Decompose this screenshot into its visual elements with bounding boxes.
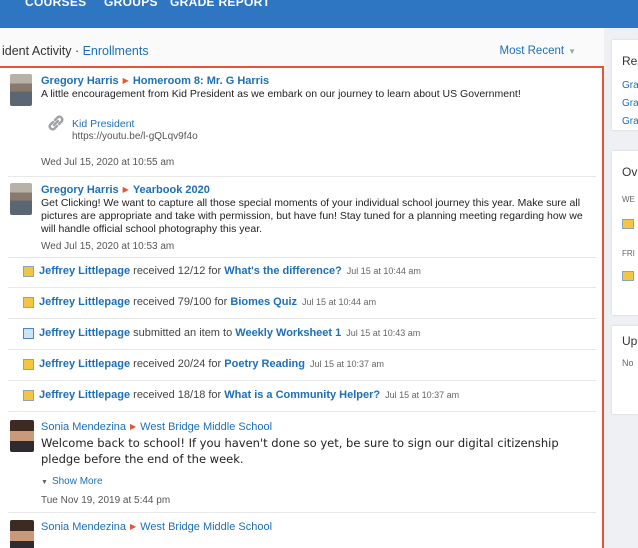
activity-verb: received 12/12 for <box>130 265 225 277</box>
activity-row: Jeffrey Littlepage received 18/18 for Wh… <box>23 389 602 405</box>
group-link[interactable]: Homeroom 8: Mr. G Harris <box>133 75 269 87</box>
assignment-link[interactable]: Weekly Worksheet 1 <box>235 327 341 339</box>
top-navigation: COURSES GROUPS GRADE REPORT <box>0 0 638 28</box>
grade-icon <box>23 359 34 370</box>
sort-label: Most Recent <box>499 45 565 57</box>
link-title[interactable]: Kid President <box>72 118 134 130</box>
author-link[interactable]: Sonia Mendezina <box>41 521 126 533</box>
divider <box>8 176 596 177</box>
activity-time: Jul 15 at 10:44 am <box>346 266 421 276</box>
student-link[interactable]: Jeffrey Littlepage <box>39 296 130 308</box>
activity-header: ident Activity · Enrollments Most Recent… <box>0 28 604 66</box>
group-link[interactable]: West Bridge Middle School <box>140 521 272 533</box>
post-header: Gregory Harris ▶ Yearbook 2020 <box>41 184 210 196</box>
arrow-right-icon: ▶ <box>130 422 137 431</box>
activity-row: Jeffrey Littlepage submitted an item to … <box>23 327 602 343</box>
grade-icon <box>23 266 34 277</box>
activity-row: Jeffrey Littlepage received 79/100 for B… <box>23 296 602 312</box>
student-link[interactable]: Jeffrey Littlepage <box>39 389 130 401</box>
activity-time: Jul 15 at 10:43 am <box>346 328 421 338</box>
group-link[interactable]: Yearbook 2020 <box>133 184 210 196</box>
sidebar-card-recent: Re Gra Gra Gra <box>612 40 638 130</box>
nav-courses[interactable]: COURSES <box>25 0 86 9</box>
avatar[interactable] <box>10 420 34 452</box>
caret-down-icon: ▼ <box>568 47 576 56</box>
day-label: WE <box>622 195 635 204</box>
sort-dropdown[interactable]: Most Recent ▼ <box>500 45 576 57</box>
assignment-icon[interactable] <box>622 219 634 229</box>
group-link[interactable]: West Bridge Middle School <box>140 421 272 433</box>
sidebar-link[interactable]: Gra <box>622 80 638 91</box>
avatar[interactable] <box>10 520 34 548</box>
page-title: ident Activity · Enrollments <box>2 44 149 58</box>
show-more-link[interactable]: ▼ Show More <box>41 476 103 487</box>
title-prefix: ident Activity · <box>2 44 83 58</box>
sidebar-link[interactable]: Gra <box>622 98 638 109</box>
post-timestamp: Wed Jul 15, 2020 at 10:53 am <box>41 241 175 252</box>
avatar[interactable] <box>10 74 32 106</box>
activity-verb: received 79/100 for <box>130 296 231 308</box>
activity-time: Jul 15 at 10:37 am <box>309 359 385 369</box>
author-link[interactable]: Gregory Harris <box>41 75 119 87</box>
student-link[interactable]: Jeffrey Littlepage <box>39 358 130 370</box>
grade-icon <box>23 297 34 308</box>
post-timestamp: Tue Nov 19, 2019 at 5:44 pm <box>41 495 171 506</box>
divider <box>8 257 596 258</box>
activity-verb: submitted an item to <box>130 327 236 339</box>
nav-groups[interactable]: GROUPS <box>104 0 158 9</box>
card-title: Ov <box>622 165 638 179</box>
sidebar-card-upcoming: Up No <box>612 326 638 414</box>
card-title: Up <box>622 334 638 348</box>
link-url[interactable]: https://youtu.be/l-gQLqv9f4o <box>72 131 198 142</box>
post-body: Welcome back to school! If you haven't d… <box>41 436 559 466</box>
student-link[interactable]: Jeffrey Littlepage <box>39 327 130 339</box>
assignment-link[interactable]: Biomes Quiz <box>230 296 297 308</box>
enrollments-link[interactable]: Enrollments <box>83 44 149 58</box>
link-icon <box>48 115 64 131</box>
submission-icon <box>23 328 34 339</box>
activity-feed[interactable]: Gregory Harris ▶ Homeroom 8: Mr. G Harris … <box>0 66 604 548</box>
post-header: Gregory Harris ▶ Homeroom 8: Mr. G Harris <box>41 75 269 87</box>
divider <box>8 411 596 412</box>
sidebar-link[interactable]: Gra <box>622 116 638 127</box>
assignment-link[interactable]: Poetry Reading <box>224 358 305 370</box>
activity-verb: received 18/18 for <box>130 389 225 401</box>
activity-time: Jul 15 at 10:44 am <box>302 297 377 307</box>
post-header: Sonia Mendezina ▶ West Bridge Middle Schoo… <box>41 521 272 533</box>
post-body: Get Clicking! We want to capture all tho… <box>41 197 583 235</box>
assignment-link[interactable]: What is a Community Helper? <box>224 389 380 401</box>
author-link[interactable]: Sonia Mendezina <box>41 421 126 433</box>
nav-grade-report[interactable]: GRADE REPORT <box>170 0 270 9</box>
grade-icon <box>23 390 34 401</box>
caret-down-icon: ▼ <box>41 479 48 486</box>
card-text: No <box>622 358 634 368</box>
assignment-icon[interactable] <box>622 271 634 281</box>
activity-time: Jul 15 at 10:37 am <box>385 390 460 400</box>
sidebar-card-overdue: Ov WE FRI <box>612 151 638 315</box>
activity-row: Jeffrey Littlepage received 12/12 for Wh… <box>23 265 602 281</box>
arrow-right-icon: ▶ <box>130 522 137 531</box>
divider <box>8 349 596 350</box>
post-header: Sonia Mendezina ▶ West Bridge Middle Schoo… <box>41 421 272 433</box>
show-more-label: Show More <box>51 476 103 487</box>
main-panel: ident Activity · Enrollments Most Recent… <box>0 28 604 548</box>
divider <box>8 287 596 288</box>
assignment-link[interactable]: What's the difference? <box>224 265 342 277</box>
post-body: A little encouragement from Kid Presiden… <box>41 88 521 100</box>
avatar[interactable] <box>10 183 32 215</box>
post-timestamp: Wed Jul 15, 2020 at 10:55 am <box>41 157 175 168</box>
student-link[interactable]: Jeffrey Littlepage <box>39 265 130 277</box>
divider <box>8 318 596 319</box>
divider <box>8 512 596 513</box>
card-title: Re <box>622 54 638 68</box>
activity-row: Jeffrey Littlepage received 20/24 for Po… <box>23 358 602 374</box>
activity-verb: received 20/24 for <box>130 358 225 370</box>
divider <box>8 380 596 381</box>
arrow-right-icon: ▶ <box>122 185 129 194</box>
arrow-right-icon: ▶ <box>122 76 129 85</box>
author-link[interactable]: Gregory Harris <box>41 184 119 196</box>
day-label: FRI <box>622 249 635 258</box>
